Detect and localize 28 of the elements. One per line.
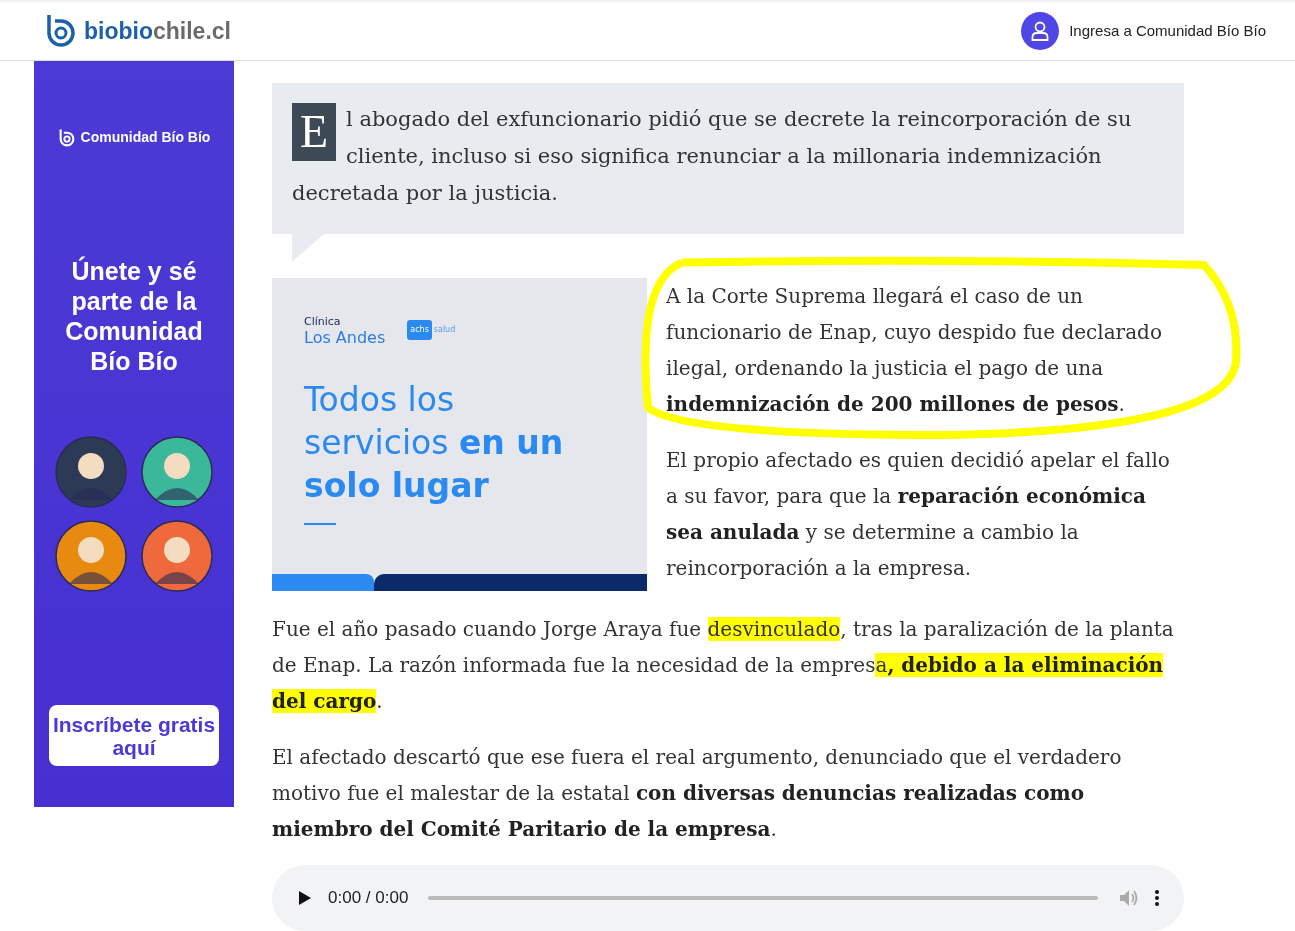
logo-icon (57, 127, 76, 148)
clinic-label: Clínica (304, 316, 342, 328)
logo-icon (44, 13, 78, 49)
signup-button[interactable]: Inscríbete gratis aquí (49, 705, 219, 766)
achs-badge: achs (407, 320, 432, 340)
clinic-name: Los Andes (304, 328, 386, 348)
more-options-icon[interactable] (1154, 889, 1160, 907)
user-icon (1021, 12, 1060, 50)
site-logo[interactable]: biobiochile.cl (44, 13, 231, 49)
article-paragraph: Fue el año pasado cuando Jorge Araya fue desvinculado, tras la paralización de la planta de Enap. La razón informada fue la necesidad de la empresa, debido a la eliminación del cargo. (272, 616, 1175, 715)
community-banner[interactable]: Comunidad Bío Bío Únete y sé parte de la Comunidad Bío Bío Inscríbete gratis aquí (34, 61, 234, 807)
community-login-button[interactable]: Ingresa a Comunidad Bío Bío (1021, 12, 1266, 50)
banner-brand: Comunidad Bío Bío (80, 128, 211, 147)
banner-headline: Únete y sé parte de la Comunidad Bío Bío (64, 256, 204, 376)
avatar-illustration (55, 520, 127, 592)
article-paragraph: A la Corte Suprema llegará el caso de un funcionario de Enap, cuyo despido fue declarado ilegal, ordenando la justicia el pago de una indemnización de 200 millones de pesos. (666, 283, 1163, 418)
salud-label: salud (433, 324, 456, 336)
avatar-illustration (55, 436, 127, 508)
audio-time: 0:00 / 0:00 (328, 887, 409, 910)
avatar-illustration (141, 520, 213, 592)
clinic-ad-banner[interactable]: Clínica Los Andes achs salud Todos los servicios en un solo lugar (272, 278, 647, 591)
article-paragraph: El afectado descartó que ese fuera el real argumento, denunciado que el verdadero motivo fue el malestar de la estatal con diversas denuncias realizadas como miembro del Comité Paritario de la empresa. (272, 744, 1123, 843)
lead-text: E l abogado del exfuncionario pidió que se decrete la reincorporación de su cliente, incluso si eso significa renunciar a la millonaria indemnización decretada por la justicia. (292, 101, 1164, 212)
ad-headline: Todos los servicios en un solo lugar (304, 379, 565, 507)
ad-dash (304, 523, 336, 525)
article-paragraph: El propio afectado es quien decidió apelar el fallo a su favor, para que la reparación económica sea anulada y se determine a cambio la reincorporación a la empresa. (666, 447, 1171, 582)
avatar-illustration (141, 436, 213, 508)
audio-progress-track[interactable] (428, 896, 1098, 900)
